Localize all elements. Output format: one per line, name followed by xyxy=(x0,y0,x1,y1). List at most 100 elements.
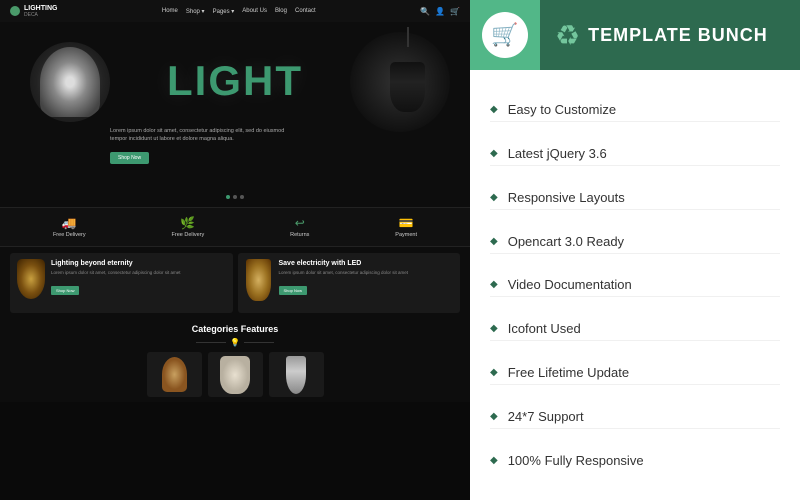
nav-pages[interactable]: Pages ▾ xyxy=(213,8,235,15)
brand-text: TEMPLATE BUNCH xyxy=(588,25,768,46)
user-icon[interactable]: 👤 xyxy=(435,7,445,16)
brand-name: LIGHTING xyxy=(24,5,57,12)
feature-label-fullresponsive: 100% Fully Responsive xyxy=(508,453,644,468)
diamond-icon-2: ◆ xyxy=(490,148,498,159)
lamp-thumb-1[interactable] xyxy=(147,352,202,397)
diamond-icon-4: ◆ xyxy=(490,236,498,247)
nav-links: Home Shop ▾ Pages ▾ About Us Blog Contac… xyxy=(162,8,316,15)
hero-subtitle: Lorem ipsum dolor sit amet, consectetur … xyxy=(110,127,290,144)
nav-contact[interactable]: Contact xyxy=(295,8,316,15)
feature-free-delivery-1: 🚚 Free Delivery xyxy=(53,216,86,238)
feature-label-opencart: Opencart 3.0 Ready xyxy=(508,234,624,249)
dot-2[interactable] xyxy=(233,195,237,199)
lamp-img-2 xyxy=(220,356,250,394)
dot-1[interactable] xyxy=(226,195,230,199)
feature-label-video: Video Documentation xyxy=(508,277,632,292)
nav-blog[interactable]: Blog xyxy=(275,8,287,15)
brand-sub: DECA xyxy=(24,12,57,18)
feature-label-4: Payment xyxy=(395,232,417,238)
lamp-shade xyxy=(390,62,425,112)
banner-cta-1[interactable]: Shop Now xyxy=(51,286,79,295)
feature-label-easy: Easy to Customize xyxy=(508,102,616,117)
recycle-icon: ♻ xyxy=(555,19,580,52)
categories-title: Categories Features xyxy=(10,324,460,334)
feature-returns: ↩ Returns xyxy=(290,216,309,238)
categories-divider: 💡 xyxy=(10,338,460,347)
diamond-icon-8: ◆ xyxy=(490,411,498,422)
features-panel: 🛒 ♻ TEMPLATE BUNCH ◆ Easy to Customize ◆… xyxy=(470,0,800,500)
hero-section: LIGHT Lorem ipsum dolor sit amet, consec… xyxy=(0,22,470,207)
feature-label-update: Free Lifetime Update xyxy=(508,365,629,380)
hero-title: LIGHT xyxy=(167,57,303,105)
feature-item-7: ◆ Free Lifetime Update xyxy=(490,361,780,385)
feature-item-5: ◆ Video Documentation xyxy=(490,273,780,297)
banner-title-2: Save electricity with LED xyxy=(279,259,455,268)
feature-label-support: 24*7 Support xyxy=(508,409,584,424)
feature-item-4: ◆ Opencart 3.0 Ready xyxy=(490,230,780,254)
feature-label-3: Returns xyxy=(290,232,309,238)
feature-label-2: Free Delivery xyxy=(172,232,205,238)
payment-icon: 💳 xyxy=(399,216,414,230)
brand-name-block: LIGHTING DECA xyxy=(24,5,57,18)
lamp-img-3 xyxy=(286,356,306,394)
dot-3[interactable] xyxy=(240,195,244,199)
hero-dots xyxy=(226,195,244,199)
feature-item-3: ◆ Responsive Layouts xyxy=(490,186,780,210)
lamp-circle-left xyxy=(30,42,110,122)
banner-lamp-img-1 xyxy=(16,259,46,304)
diamond-icon-3: ◆ xyxy=(490,192,498,203)
divider-left xyxy=(196,342,226,343)
diamond-icon-7: ◆ xyxy=(490,367,498,378)
diamond-icon-9: ◆ xyxy=(490,455,498,466)
nav-home[interactable]: Home xyxy=(162,8,178,15)
nav-shop[interactable]: Shop ▾ xyxy=(186,8,205,15)
feature-payment: 💳 Payment xyxy=(395,216,417,238)
cart-icon: 🛒 xyxy=(491,22,518,48)
diamond-icon-1: ◆ xyxy=(490,104,498,115)
tree-icon: 🌿 xyxy=(180,216,195,230)
diamond-icon-6: ◆ xyxy=(490,323,498,334)
returns-icon: ↩ xyxy=(295,216,305,230)
delivery-icon: 🚚 xyxy=(62,216,77,230)
lamp-thumb-3[interactable] xyxy=(269,352,324,397)
banner-desc-1: Lorem ipsum dolor sit amet, consectetur … xyxy=(51,270,227,276)
feature-label-icofont: Icofont Used xyxy=(508,321,581,336)
banner-cta-2[interactable]: Shop Now xyxy=(279,286,307,295)
hero-title-white: T xyxy=(275,57,303,104)
template-bunch-header: 🛒 ♻ TEMPLATE BUNCH xyxy=(470,0,800,70)
banner-title-1: Lighting beyond eternity xyxy=(51,259,227,268)
feature-item-2: ◆ Latest jQuery 3.6 xyxy=(490,142,780,166)
hero-cta-button[interactable]: Shop Now xyxy=(110,152,149,164)
nav-actions: 🔍 👤 🛒 xyxy=(420,7,460,16)
categories-section: Categories Features 💡 xyxy=(0,319,470,402)
lamp-img-1 xyxy=(162,357,187,392)
website-preview: LIGHTING DECA Home Shop ▾ Pages ▾ About … xyxy=(0,0,470,500)
nav-about[interactable]: About Us xyxy=(242,8,267,15)
feature-item-6: ◆ Icofont Used xyxy=(490,317,780,341)
brand-logo: LIGHTING DECA xyxy=(10,5,57,18)
search-icon[interactable]: 🔍 xyxy=(420,7,430,16)
lamp-thumbnails xyxy=(10,352,460,397)
lamp-right xyxy=(390,27,425,117)
logo-icon xyxy=(10,6,20,16)
feature-label-jquery: Latest jQuery 3.6 xyxy=(508,146,607,161)
shipping-features: 🚚 Free Delivery 🌿 Free Delivery ↩ Return… xyxy=(0,207,470,247)
hero-title-green: LIGH xyxy=(167,57,275,104)
banner-lamp-img-2 xyxy=(244,259,274,304)
feature-label-responsive: Responsive Layouts xyxy=(508,190,625,205)
banner-section: Lighting beyond eternity Lorem ipsum dol… xyxy=(0,247,470,319)
banner-card-1: Lighting beyond eternity Lorem ipsum dol… xyxy=(10,253,233,313)
feature-item-8: ◆ 24*7 Support xyxy=(490,405,780,429)
diamond-icon-5: ◆ xyxy=(490,279,498,290)
feature-label-1: Free Delivery xyxy=(53,232,86,238)
banner-content-1: Lighting beyond eternity Lorem ipsum dol… xyxy=(51,259,227,297)
feature-item-9: ◆ 100% Fully Responsive xyxy=(490,449,780,472)
cart-circle: 🛒 xyxy=(482,12,528,58)
lamp-thumb-2[interactable] xyxy=(208,352,263,397)
banner-content-2: Save electricity with LED Lorem ipsum do… xyxy=(279,259,455,297)
feature-free-delivery-2: 🌿 Free Delivery xyxy=(172,216,205,238)
lamp-image-left xyxy=(40,47,100,117)
cart-icon[interactable]: 🛒 xyxy=(450,7,460,16)
navbar: LIGHTING DECA Home Shop ▾ Pages ▾ About … xyxy=(0,0,470,22)
cart-badge: 🛒 xyxy=(470,0,540,70)
